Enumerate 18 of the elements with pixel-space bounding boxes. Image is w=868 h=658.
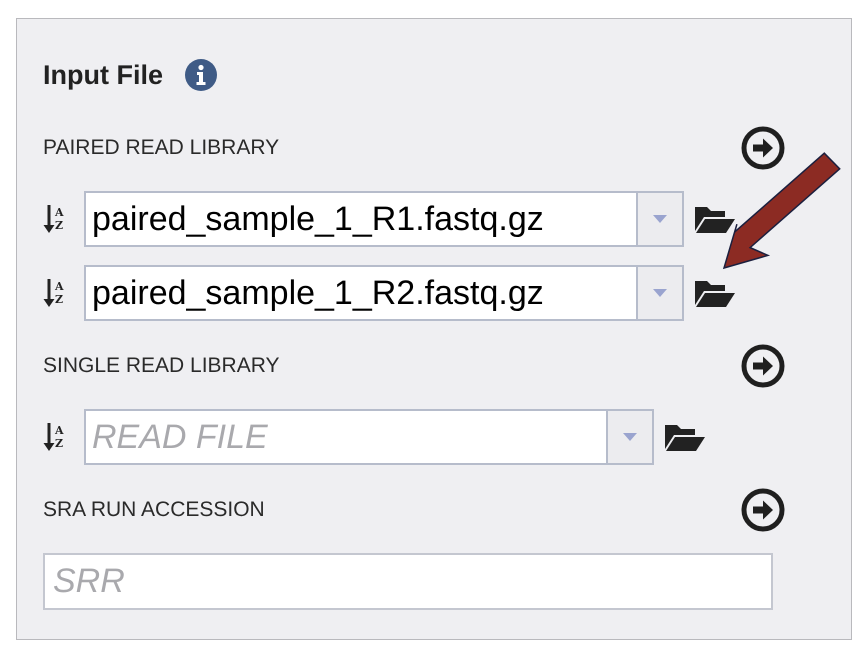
- section-title: Input File: [43, 60, 163, 90]
- arrow-circle-icon: [741, 126, 785, 170]
- next-button[interactable]: [741, 126, 785, 170]
- caret-icon: [653, 215, 667, 223]
- section-label: SINGLE READ LIBRARY: [43, 354, 280, 378]
- file-field[interactable]: paired_sample_1_R2.fastq.gz: [84, 265, 636, 321]
- section-label: PAIRED READ LIBRARY: [43, 136, 280, 160]
- caret-icon: [653, 289, 667, 297]
- file-field[interactable]: paired_sample_1_R1.fastq.gz: [84, 191, 636, 247]
- next-button[interactable]: [741, 344, 785, 388]
- arrow-circle-icon: [741, 344, 785, 388]
- file-field[interactable]: READ FILE: [84, 409, 606, 465]
- next-button[interactable]: [741, 488, 785, 532]
- caret-icon: [623, 433, 637, 441]
- accession-field[interactable]: SRR: [43, 553, 773, 610]
- arrow-circle-icon: [741, 488, 785, 532]
- info-icon[interactable]: [184, 59, 217, 91]
- section-label: SRA RUN ACCESSION: [43, 498, 265, 522]
